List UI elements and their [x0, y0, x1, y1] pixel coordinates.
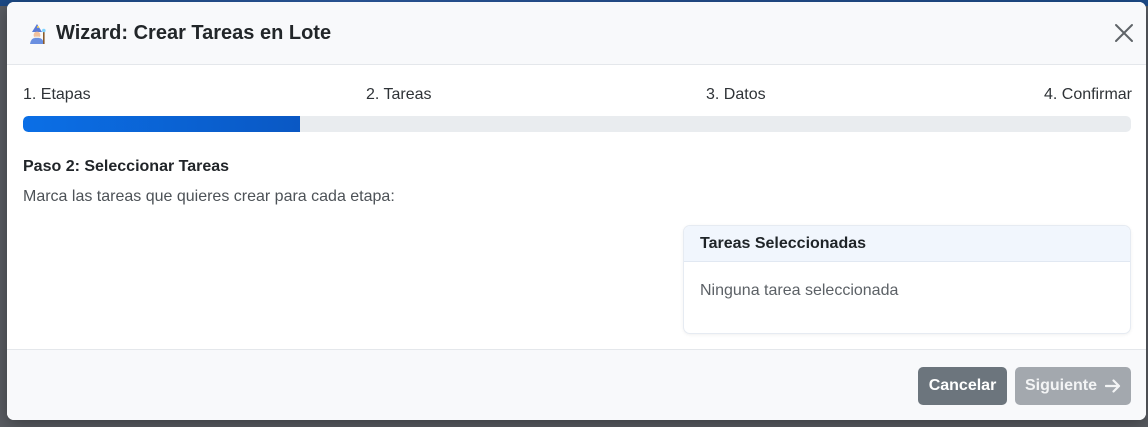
progress-bar	[23, 116, 1131, 132]
step-instruction: Marca las tareas que quieres crear para …	[23, 188, 395, 205]
wizard-mage-icon	[26, 23, 48, 45]
modal-body: 1. Etapas 2. Tareas 3. Datos 4. Confirma…	[7, 65, 1146, 349]
modal-footer: Cancelar Siguiente	[7, 349, 1146, 420]
step-heading: Paso 2: Seleccionar Tareas	[23, 158, 230, 175]
progress-fill	[23, 116, 300, 132]
selected-tasks-empty-text: Ninguna tarea seleccionada	[700, 282, 899, 299]
close-icon[interactable]	[1113, 22, 1135, 44]
modal-title: Wizard: Crear Tareas en Lote	[56, 22, 332, 44]
modal-header: Wizard: Crear Tareas en Lote	[7, 2, 1146, 65]
step-confirmar: 4. Confirmar	[1043, 86, 1132, 103]
step-datos: 3. Datos	[706, 86, 766, 103]
cancel-button[interactable]: Cancelar	[918, 367, 1007, 405]
arrow-right-icon	[1104, 379, 1121, 393]
next-button[interactable]: Siguiente	[1015, 367, 1131, 405]
wizard-modal: Wizard: Crear Tareas en Lote 1. Etapas 2…	[7, 2, 1146, 420]
step-tareas: 2. Tareas	[366, 86, 432, 103]
cancel-button-label: Cancelar	[928, 377, 997, 394]
selected-tasks-panel: Tareas Seleccionadas Ninguna tarea selec…	[683, 225, 1131, 334]
next-button-label: Siguiente	[1024, 377, 1097, 394]
step-etapas: 1. Etapas	[23, 86, 91, 103]
selected-tasks-title: Tareas Seleccionadas	[684, 226, 1130, 262]
